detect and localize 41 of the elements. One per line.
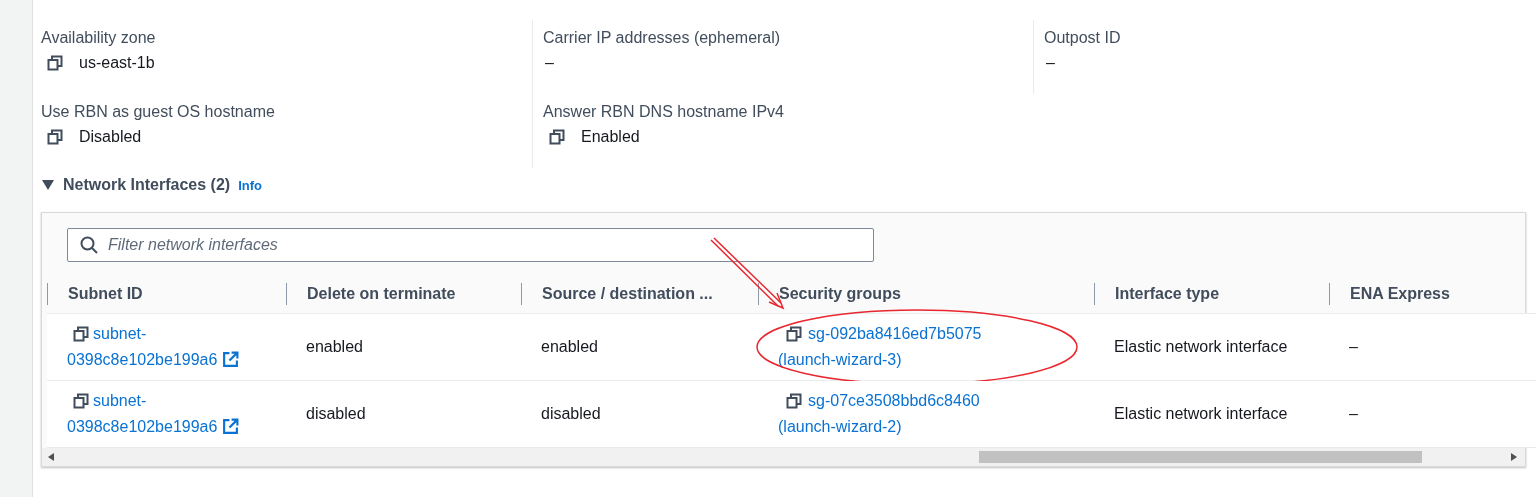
filter-field[interactable]: Filter network interfaces <box>67 228 874 262</box>
copy-icon[interactable] <box>47 129 63 145</box>
scroll-right-icon[interactable] <box>1511 453 1517 461</box>
field-label: Use RBN as guest OS hostname <box>41 102 276 122</box>
search-icon <box>80 236 98 254</box>
field-value: Enabled <box>581 128 640 146</box>
field-value: us-east-1b <box>79 54 155 72</box>
scroll-left-icon[interactable] <box>48 453 54 461</box>
table-cell: disabled <box>541 405 601 423</box>
table-cell: enabled <box>541 338 598 356</box>
section-title[interactable]: Network Interfaces (2) <box>63 176 231 194</box>
table-cell: enabled <box>306 338 363 356</box>
copy-icon[interactable] <box>73 326 89 342</box>
field-value: Disabled <box>79 128 142 146</box>
copy-icon[interactable] <box>47 55 63 71</box>
column-header[interactable]: Security groups <box>758 283 901 305</box>
caret-icon[interactable] <box>41 179 55 191</box>
column-header[interactable]: ENA Express <box>1329 283 1450 305</box>
field-label: Carrier IP addresses (ephemeral) <box>543 28 782 48</box>
table-cell: – <box>1349 338 1358 356</box>
table-cell: disabled <box>306 405 366 423</box>
field-value: – <box>545 54 554 72</box>
field-label: Answer RBN DNS hostname IPv4 <box>543 102 785 122</box>
field-value: – <box>1046 54 1055 72</box>
horizontal-scrollbar[interactable] <box>42 448 1525 466</box>
info-link[interactable]: Info <box>238 177 262 193</box>
column-header[interactable]: Interface type <box>1094 283 1220 305</box>
field-label: Outpost ID <box>1044 28 1122 48</box>
copy-icon[interactable] <box>73 393 89 409</box>
column-header[interactable]: Subnet ID <box>47 283 143 305</box>
external-link-icon[interactable] <box>222 418 240 435</box>
table-cell: – <box>1349 405 1358 423</box>
copy-icon[interactable] <box>786 393 802 409</box>
table-cell: Elastic network interface <box>1114 338 1288 356</box>
copy-icon[interactable] <box>549 129 565 145</box>
column-header[interactable]: Source / destination ... <box>521 283 713 305</box>
table-cell: Elastic network interface <box>1114 405 1288 423</box>
column-header[interactable]: Delete on terminate <box>286 283 456 305</box>
external-link-icon[interactable] <box>222 351 240 368</box>
copy-icon[interactable] <box>786 326 802 342</box>
field-label: Availability zone <box>41 28 157 48</box>
